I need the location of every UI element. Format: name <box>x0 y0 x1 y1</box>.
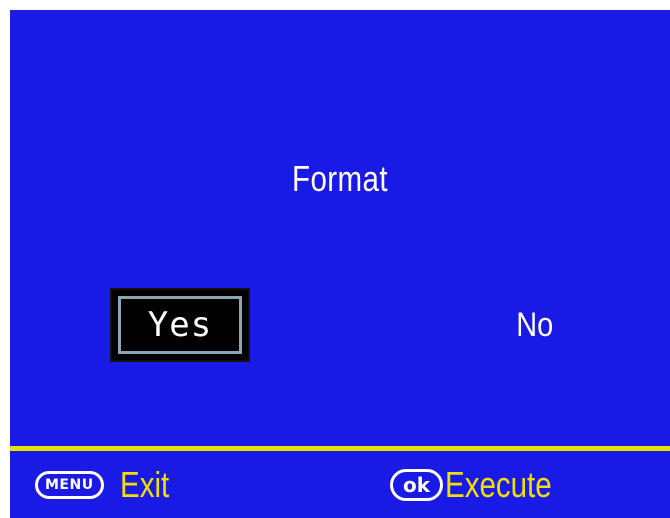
format-dialog-screen: Format Yes No MENU Exit ok Execute <box>10 10 670 518</box>
exit-label: Exit <box>119 464 169 505</box>
menu-button-icon: MENU <box>35 471 104 499</box>
ok-button-icon: ok <box>390 469 444 501</box>
exit-hint[interactable]: MENU Exit <box>35 460 180 510</box>
yes-button[interactable]: Yes <box>110 288 250 362</box>
yes-selection-frame: Yes <box>118 296 242 354</box>
yes-label: Yes <box>147 305 213 345</box>
footer-divider <box>10 446 670 451</box>
execute-label: Execute <box>445 464 552 505</box>
dialog-title: Format <box>292 158 388 199</box>
no-button[interactable]: No <box>465 288 605 362</box>
no-label: No <box>516 305 554 344</box>
execute-hint[interactable]: ok Execute <box>390 460 575 510</box>
